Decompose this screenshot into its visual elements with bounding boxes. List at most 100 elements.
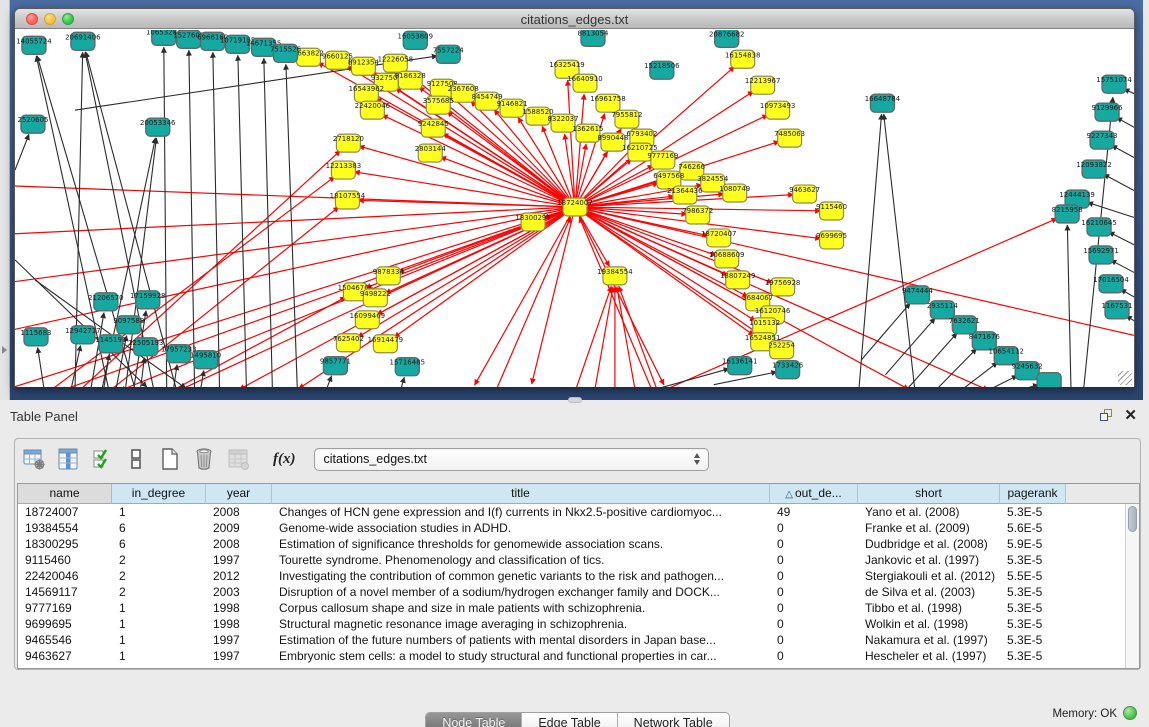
- column-header-out-de-[interactable]: △out_de...: [770, 484, 858, 504]
- table-row[interactable]: 911546021997Tourette syndrome. Phenomeno…: [18, 552, 1125, 568]
- scrollbar-thumb[interactable]: [1128, 506, 1137, 532]
- function-icon[interactable]: f(x): [273, 451, 296, 468]
- column-header-in-degree[interactable]: in_degree: [112, 484, 206, 504]
- graph-edge[interactable]: [238, 55, 247, 387]
- table-cell: 0: [770, 648, 858, 664]
- table-row[interactable]: 1872400712008Changes of HCN gene express…: [18, 504, 1125, 520]
- select-checks-icon[interactable]: [89, 446, 115, 472]
- window-resize-grip[interactable]: [1118, 371, 1132, 385]
- table-row[interactable]: 1830029562008Estimation of significance …: [18, 536, 1125, 552]
- graph-edge[interactable]: [568, 80, 575, 207]
- vertical-scrollbar[interactable]: [1125, 504, 1139, 668]
- graph-edge[interactable]: [575, 207, 1134, 337]
- graph-node-label: 12213383: [326, 162, 361, 170]
- table-cell: 6: [112, 520, 206, 536]
- graph-node-label: 1362615: [572, 125, 603, 133]
- graph-edge[interactable]: [164, 47, 167, 387]
- graph-node-label: 16961758: [590, 95, 625, 103]
- graph-node-label: 16120746: [755, 307, 790, 315]
- table-body: 1872400712008Changes of HCN gene express…: [18, 504, 1125, 668]
- graph-edge[interactable]: [955, 362, 997, 387]
- table-cell: Disruption of a novel member of a sodium…: [272, 584, 770, 600]
- column-header-year[interactable]: year: [206, 484, 272, 504]
- graph-edge[interactable]: [858, 114, 881, 387]
- column-header-title[interactable]: title: [272, 484, 770, 504]
- window-title-bar[interactable]: citations_edges.txt: [15, 9, 1134, 29]
- graph-edge[interactable]: [861, 303, 910, 360]
- pane-expand-arrow-icon[interactable]: [2, 346, 7, 354]
- graph-edge[interactable]: [1117, 118, 1134, 136]
- table-row[interactable]: 969969511998Structural magnetic resonanc…: [18, 616, 1125, 632]
- column-header-short[interactable]: short: [858, 484, 1000, 504]
- table-selector-dropdown[interactable]: citations_edges.txt: [314, 448, 709, 471]
- table-row[interactable]: 946554611997Estimation of the future num…: [18, 632, 1125, 648]
- table-row[interactable]: 946362711997Embryonic stem cells: a mode…: [18, 648, 1125, 664]
- graph-edge[interactable]: [399, 377, 404, 387]
- graph-edge[interactable]: [15, 185, 575, 207]
- graph-node-label: 9498222: [360, 290, 391, 298]
- graph-edge[interactable]: [617, 287, 636, 387]
- graph-edge[interactable]: [324, 376, 331, 387]
- graph-node-label: 15218506: [644, 62, 679, 70]
- graph-edge[interactable]: [574, 286, 611, 387]
- graph-edge[interactable]: [979, 376, 1017, 387]
- graph-edge[interactable]: [594, 287, 613, 387]
- graph-node-label: 1733426: [772, 362, 803, 370]
- graph-node-label: 2367608: [448, 85, 479, 93]
- graph-node-label: 21206570: [88, 294, 123, 302]
- table-row[interactable]: 1456911722003Disruption of a novel membe…: [18, 584, 1125, 600]
- column-header-pagerank[interactable]: pagerank: [1000, 484, 1066, 504]
- table-cell: Hescheler et al. (1997): [858, 648, 1000, 664]
- node-layer: 1872400776638229660125891235412226058932…: [16, 30, 1132, 387]
- table-cell: Tourette syndrome. Phenomenology and cla…: [272, 552, 770, 568]
- graph-node-label: 19756928: [765, 279, 800, 287]
- graph-edge[interactable]: [619, 286, 659, 387]
- delete-icon[interactable]: [191, 446, 217, 472]
- table-cell: 49: [770, 504, 858, 520]
- table-column-icon[interactable]: [55, 446, 81, 472]
- column-header-name[interactable]: name: [18, 484, 112, 504]
- table-cell: 9777169: [18, 600, 112, 616]
- graph-edge[interactable]: [1104, 174, 1134, 198]
- graph-node-label: 3575685: [423, 97, 454, 105]
- float-window-icon[interactable]: [1099, 408, 1115, 424]
- table-cell: 2012: [206, 568, 272, 584]
- dropdown-arrows-icon: [694, 453, 700, 465]
- table-cell: 2008: [206, 536, 272, 552]
- graph-edge[interactable]: [1112, 145, 1134, 165]
- table-settings-icon[interactable]: [21, 446, 47, 472]
- graph-edge[interactable]: [1067, 225, 1071, 387]
- network-view[interactable]: 1872400776638229660125891235412226058932…: [15, 30, 1134, 387]
- graph-edge[interactable]: [575, 207, 664, 385]
- table-row[interactable]: 977716911998Corpus callosum shape and si…: [18, 600, 1125, 616]
- table-row[interactable]: 1938455462009Genome-wide association stu…: [18, 520, 1125, 536]
- new-file-icon[interactable]: [157, 446, 183, 472]
- graph-edge[interactable]: [38, 348, 45, 387]
- graph-edge[interactable]: [908, 333, 957, 387]
- graph-edge[interactable]: [189, 50, 195, 387]
- stacked-squares-icon[interactable]: [123, 446, 149, 472]
- graph-node[interactable]: [1037, 373, 1061, 387]
- graph-edge[interactable]: [494, 217, 571, 387]
- table-row[interactable]: 2242004622012Investigating the contribut…: [18, 568, 1125, 584]
- close-icon[interactable]: ✕: [1124, 406, 1137, 424]
- network-canvas-svg[interactable]: 1872400776638229660125891235412226058932…: [15, 30, 1134, 387]
- graph-edge[interactable]: [264, 58, 273, 387]
- table-cell: 5.3E-5: [1000, 584, 1066, 600]
- graph-edge[interactable]: [15, 207, 575, 234]
- graph-edge[interactable]: [575, 94, 584, 207]
- graph-node-label: 8912354: [348, 58, 380, 66]
- graph-edge[interactable]: [213, 52, 220, 387]
- import-table-icon[interactable]: [225, 446, 251, 472]
- graph-node-label: 8215958: [1052, 206, 1083, 214]
- graph-node-label: 18300295: [515, 214, 550, 222]
- graph-node-label: 9146821: [497, 100, 528, 108]
- graph-edge[interactable]: [404, 70, 575, 207]
- graph-edge[interactable]: [1003, 385, 1038, 387]
- table-header-row: namein_degreeyeartitle△out_de...shortpag…: [18, 484, 1139, 504]
- graph-node-label: 1167531: [1102, 302, 1133, 310]
- graph-node-label: 21364436: [667, 187, 702, 195]
- graph-edge[interactable]: [15, 134, 29, 170]
- graph-node-label: 16154838: [725, 51, 760, 59]
- table-cell: Nakamura et al. (1997): [858, 632, 1000, 648]
